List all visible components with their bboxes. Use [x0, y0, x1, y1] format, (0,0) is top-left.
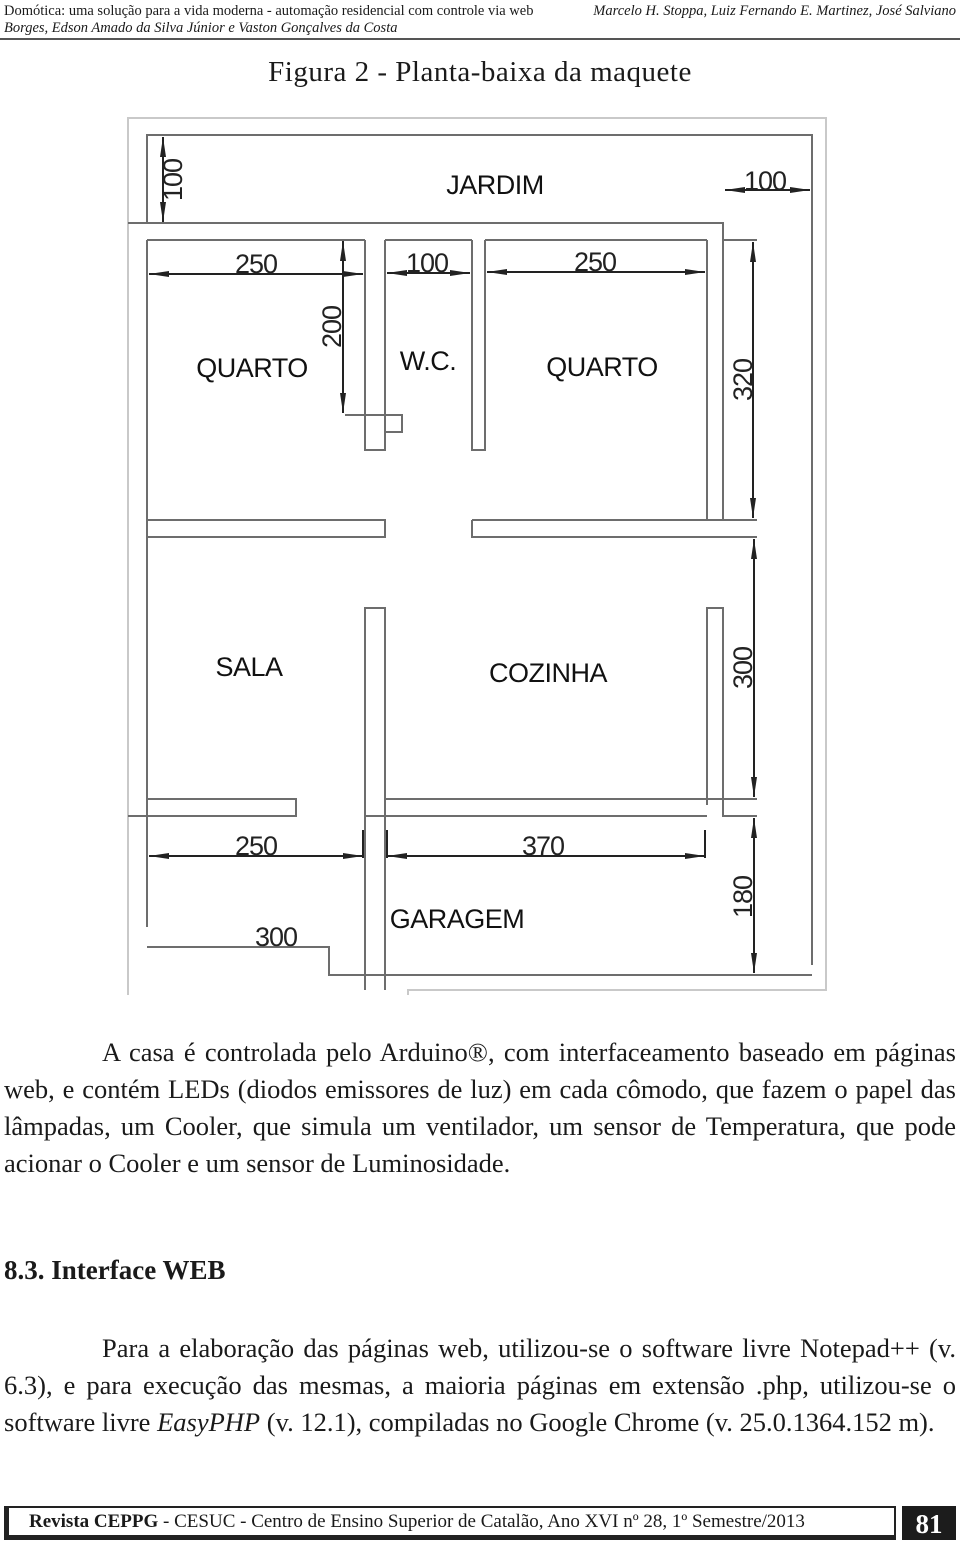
- room-label-garagem: GARAGEM: [390, 904, 525, 934]
- paragraph-2-text-part2: (v. 12.1), compiladas no Google Chrome (…: [260, 1407, 935, 1437]
- room-label-quarto-left: QUARTO: [196, 353, 308, 383]
- body-paragraph-2: Para a elaboração das páginas web, utili…: [4, 1330, 956, 1441]
- floor-plan-figure: JARDIM QUARTO W.C. QUARTO SALA COZINHA G…: [127, 117, 827, 995]
- journal-details: - CESUC - Centro de Ensino Superior de C…: [158, 1511, 805, 1532]
- dim-label-quarto-right-height: 320: [728, 359, 758, 401]
- room-label-wc: W.C.: [400, 346, 457, 376]
- room-label-jardim: JARDIM: [446, 170, 544, 200]
- dim-label-jardim-height: 100: [158, 159, 188, 201]
- body-paragraph-1: A casa é controlada pelo Arduino®, com i…: [4, 1034, 956, 1182]
- room-label-sala: SALA: [215, 652, 283, 682]
- journal-citation: Revista CEPPG - CESUC - Centro de Ensino…: [4, 1506, 896, 1540]
- software-name-easyphp: EasyPHP: [157, 1407, 261, 1437]
- dim-label-quarto-left-width: 250: [235, 249, 277, 279]
- outer-boundary: [127, 117, 827, 995]
- dim-label-sala-width: 250: [235, 831, 277, 861]
- dim-label-jardim-right-width: 100: [744, 166, 786, 196]
- dim-label-wc-wall-height: 200: [317, 306, 347, 348]
- dim-label-garagem-height: 180: [728, 876, 758, 918]
- dim-label-cozinha-height: 300: [728, 647, 758, 689]
- dim-label-cozinha-width: 370: [522, 831, 564, 861]
- dim-label-quarto-right-width: 250: [574, 247, 616, 277]
- room-label-quarto-right: QUARTO: [546, 352, 658, 382]
- page-number: 81: [902, 1506, 956, 1540]
- dim-label-wc-width: 100: [406, 248, 448, 278]
- journal-name: Revista CEPPG: [29, 1511, 159, 1532]
- paragraph-1-text: A casa é controlada pelo Arduino®, com i…: [4, 1037, 956, 1178]
- room-label-cozinha: COZINHA: [489, 658, 607, 688]
- dim-label-garagem-width: 300: [255, 922, 297, 952]
- page-footer: Revista CEPPG - CESUC - Centro de Ensino…: [4, 1506, 956, 1546]
- section-heading: 8.3. Interface WEB: [4, 1255, 226, 1285]
- walls: [128, 134, 813, 990]
